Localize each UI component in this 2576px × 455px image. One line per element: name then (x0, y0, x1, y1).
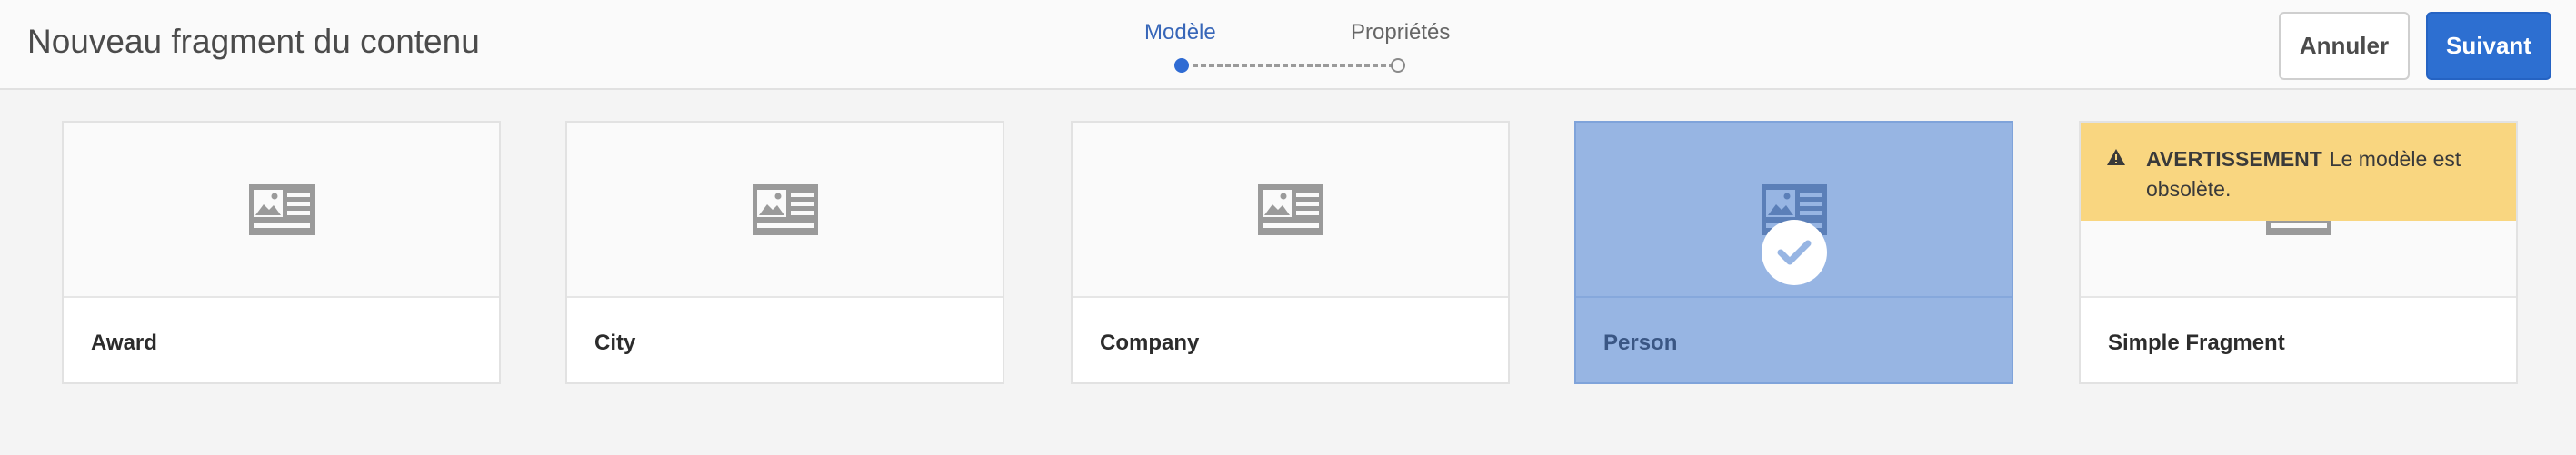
step-label-modele: Modèle (1144, 20, 1216, 45)
warning-title: AVERTISSEMENT (2146, 147, 2322, 171)
next-button[interactable]: Suivant (2426, 12, 2551, 80)
page-title: Nouveau fragment du contenu (27, 23, 480, 60)
alert-triangle-icon (2107, 149, 2125, 165)
step-label-proprietes: Propriétés (1351, 20, 1451, 45)
model-card-simple-fragment[interactable]: AVERTISSEMENT Le modèle est obsolète. Sim… (2079, 121, 2518, 384)
model-thumbnail (64, 123, 499, 298)
model-card-label: City (594, 331, 636, 355)
model-thumbnail (1073, 123, 1508, 298)
model-card-label: Simple Fragment (2108, 331, 2285, 355)
image-text-icon (752, 183, 818, 235)
header: Nouveau fragment du contenu Modèle Propr… (0, 0, 2576, 90)
step-dot-proprietes (1391, 58, 1405, 73)
model-card-company[interactable]: Company (1071, 121, 1510, 384)
model-card-label: Company (1100, 331, 1200, 355)
model-thumbnail (567, 123, 1003, 298)
deprecated-warning-banner: AVERTISSEMENT Le modèle est obsolète. (2081, 123, 2516, 221)
model-card-city[interactable]: City (565, 121, 1004, 384)
step-connector (1193, 64, 1394, 67)
model-card-label: Award (91, 331, 157, 355)
model-card-person[interactable]: Person (1574, 121, 2013, 384)
model-card-award[interactable]: Award (62, 121, 501, 384)
checkmark-icon (1761, 220, 1827, 285)
model-card-label: Person (1603, 331, 1678, 355)
image-text-icon (1257, 183, 1323, 235)
image-text-icon (248, 183, 315, 235)
step-dot-modele (1174, 58, 1189, 73)
cancel-button[interactable]: Annuler (2279, 12, 2410, 80)
